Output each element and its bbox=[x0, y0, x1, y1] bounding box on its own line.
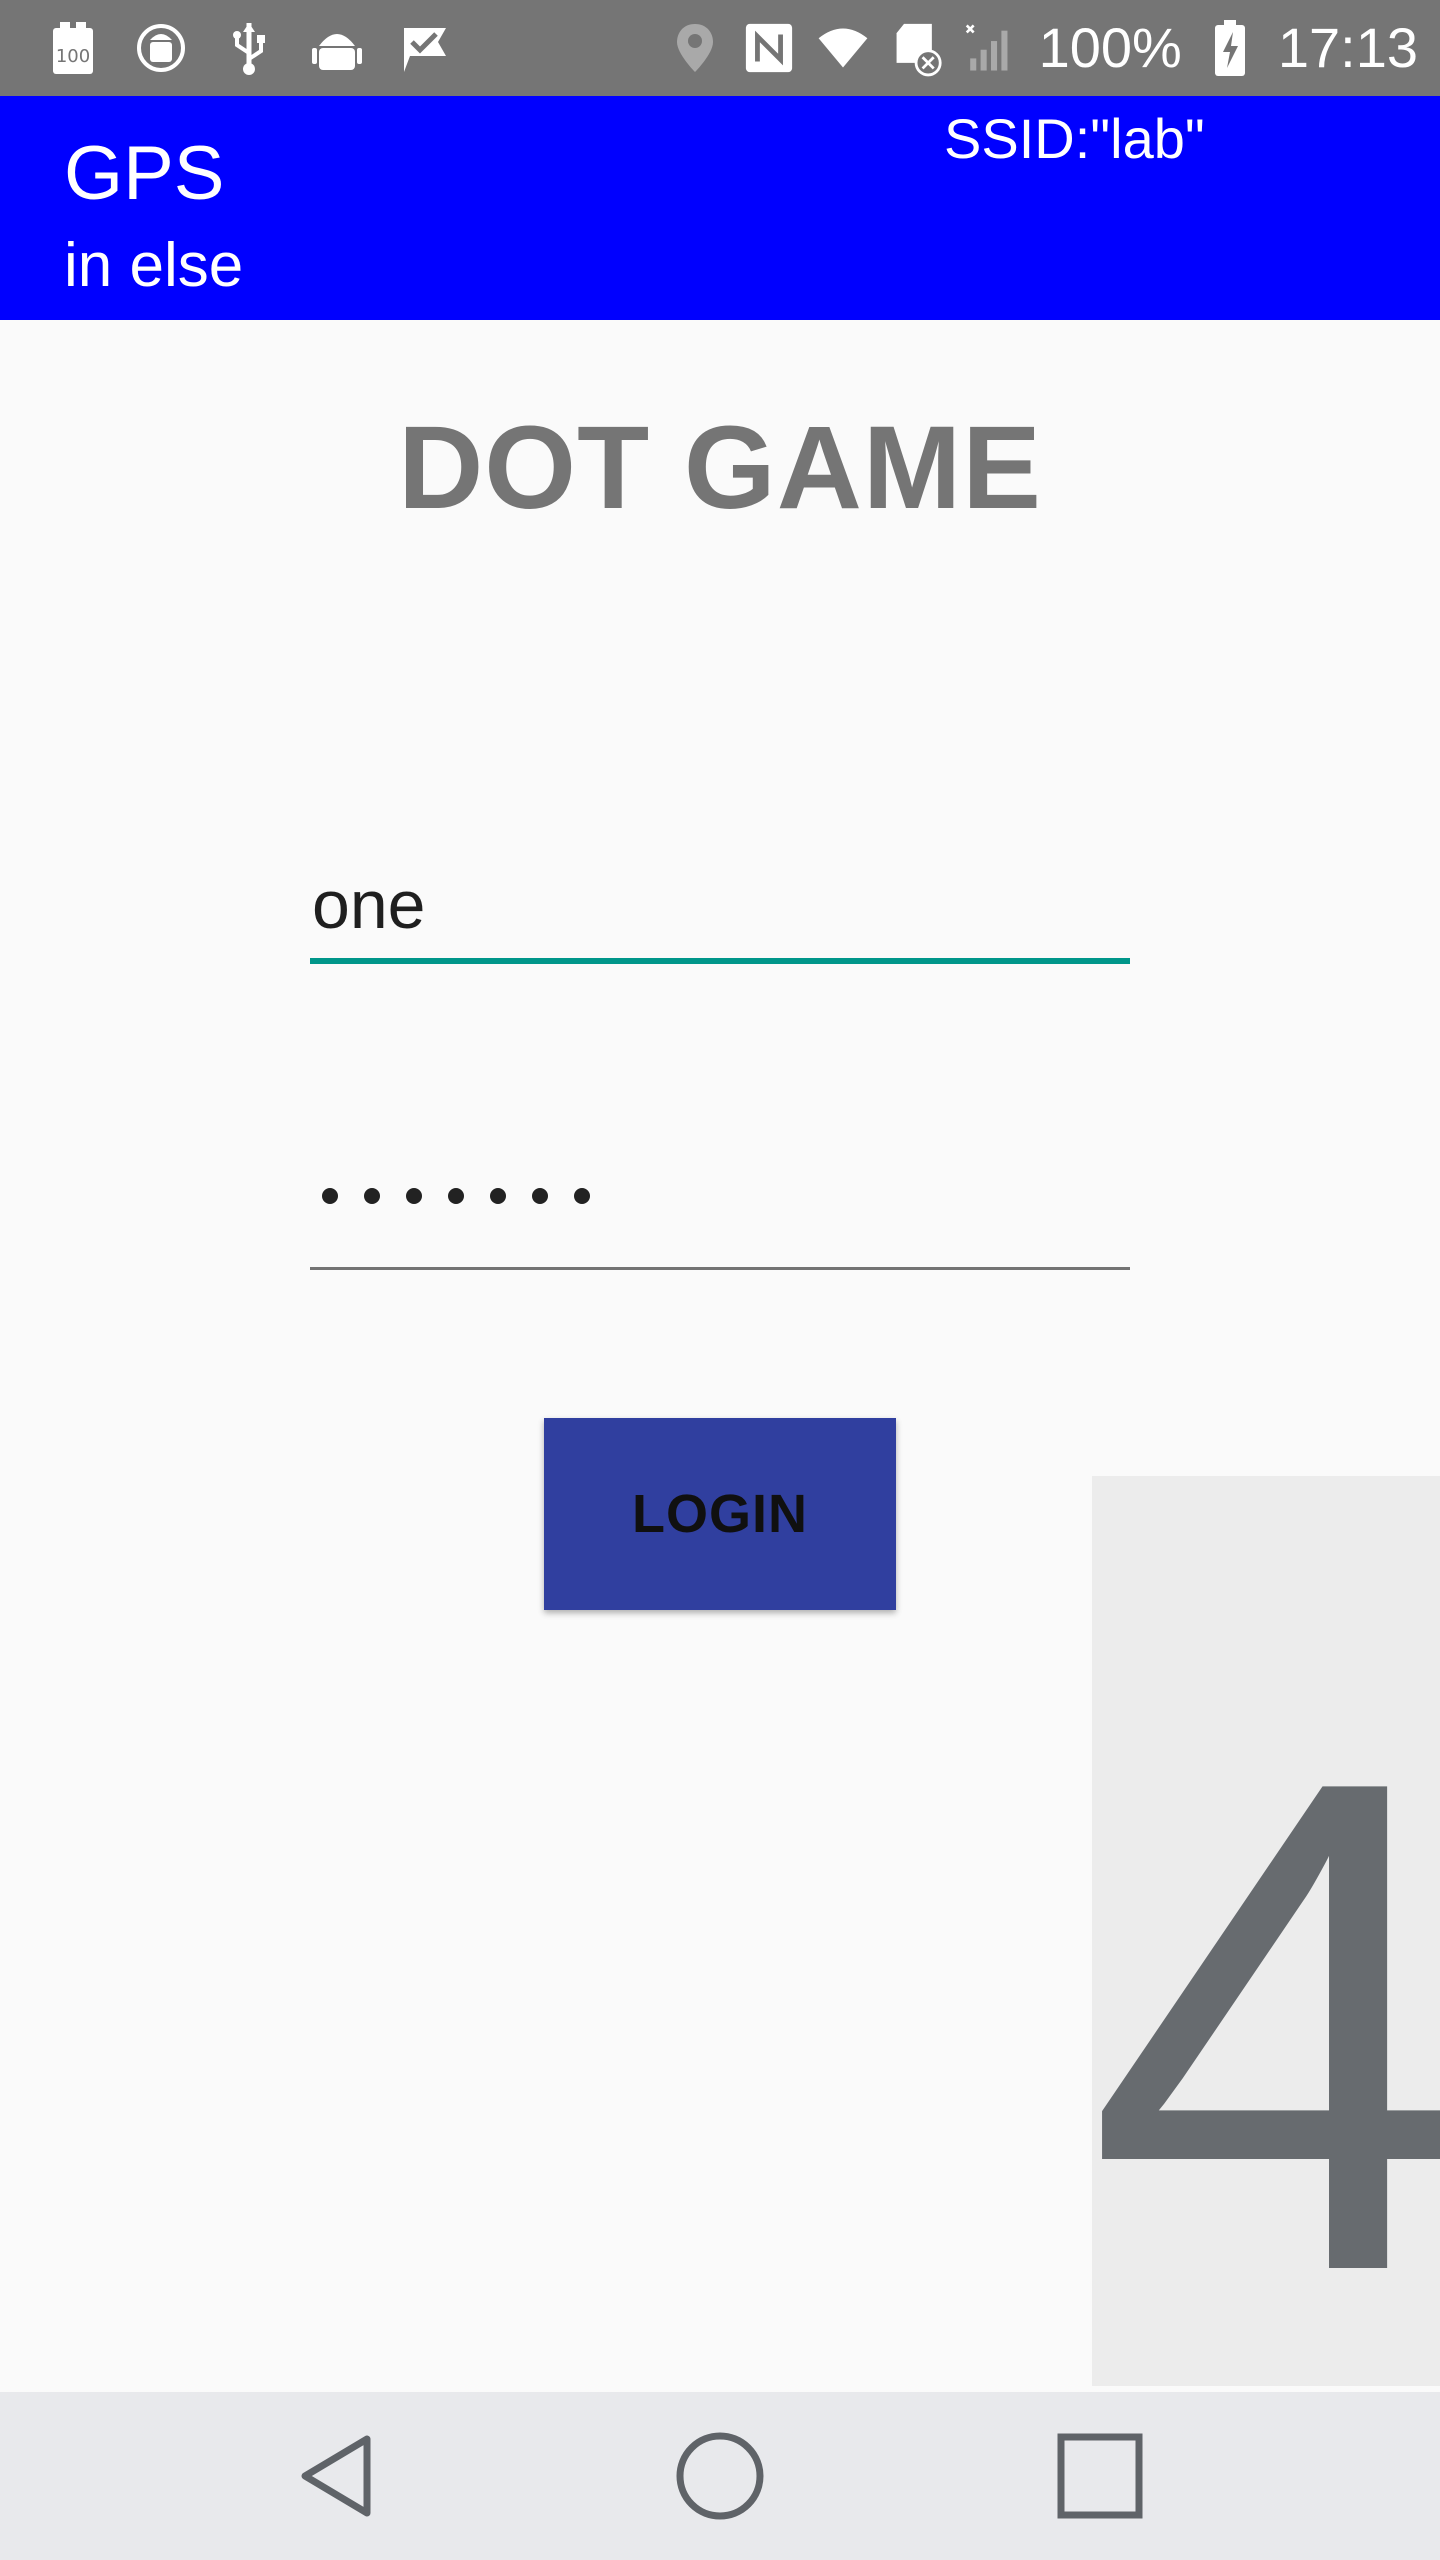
password-mask-dot bbox=[448, 1188, 464, 1204]
android-sync-icon bbox=[132, 19, 190, 77]
password-mask-dot bbox=[532, 1188, 548, 1204]
app-bar: GPS in else SSID:"lab" bbox=[0, 96, 1440, 320]
countdown-digit: 4 bbox=[1092, 1635, 1440, 2386]
status-left-icons: 100 bbox=[44, 14, 454, 82]
password-field[interactable] bbox=[310, 1160, 1130, 1270]
checkmark-flag-icon bbox=[396, 19, 454, 77]
status-bar: 100 100% 17:13 bbox=[0, 0, 1440, 96]
android-debug-icon bbox=[308, 19, 366, 77]
signal-icon bbox=[965, 19, 1017, 77]
password-mask-dot bbox=[490, 1188, 506, 1204]
recents-icon[interactable] bbox=[1050, 2426, 1150, 2526]
wifi-icon bbox=[817, 19, 869, 77]
login-button[interactable]: LOGIN bbox=[544, 1418, 896, 1610]
clock: 17:13 bbox=[1277, 16, 1418, 79]
password-mask-dot bbox=[574, 1188, 590, 1204]
location-icon bbox=[669, 19, 721, 77]
password-mask-dot bbox=[322, 1188, 338, 1204]
password-mask-dot bbox=[364, 1188, 380, 1204]
app-subtitle: in else bbox=[64, 231, 244, 300]
username-value: one bbox=[312, 867, 426, 943]
usb-icon bbox=[220, 19, 278, 77]
status-right-icons: 100% 17:13 bbox=[669, 14, 1418, 82]
password-mask-dot bbox=[406, 1188, 422, 1204]
username-underline bbox=[310, 958, 1130, 964]
countdown-overlay: 4 bbox=[1092, 1476, 1440, 2386]
battery-charging-icon bbox=[1204, 19, 1256, 77]
back-icon[interactable] bbox=[290, 2426, 390, 2526]
username-field[interactable]: one bbox=[310, 852, 1130, 964]
nav-bar bbox=[0, 2392, 1440, 2560]
svg-text:100: 100 bbox=[56, 46, 90, 67]
sd-card-error-icon bbox=[891, 19, 943, 77]
battery-percent: 100% bbox=[1038, 16, 1182, 79]
app-title: GPS bbox=[64, 131, 225, 216]
password-dots bbox=[322, 1188, 590, 1204]
page-title: DOT GAME bbox=[398, 402, 1042, 534]
nfc-icon bbox=[743, 19, 795, 77]
ssid-label: SSID:"lab" bbox=[944, 107, 1205, 170]
storage-100-icon: 100 bbox=[44, 19, 102, 77]
password-underline bbox=[310, 1267, 1130, 1270]
home-icon[interactable] bbox=[670, 2426, 770, 2526]
